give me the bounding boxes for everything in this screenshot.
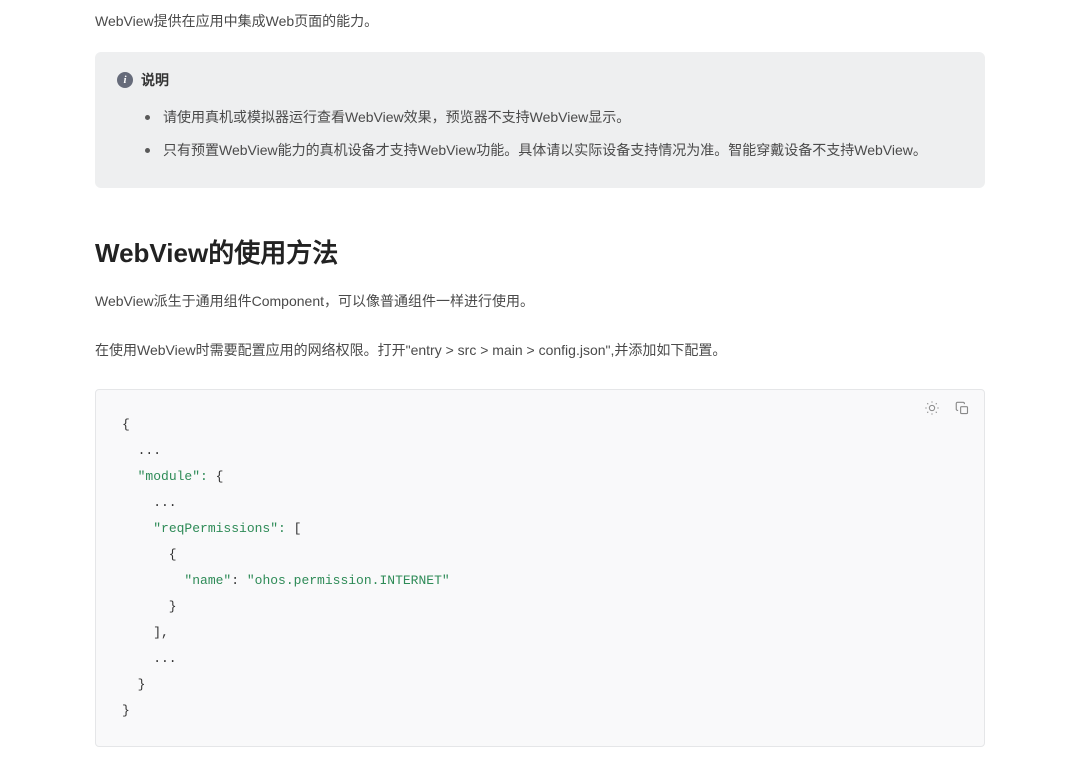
- copy-button[interactable]: [954, 400, 970, 416]
- note-item: 请使用真机或模拟器运行查看WebView效果，预览器不支持WebView显示。: [145, 104, 963, 131]
- note-list: 请使用真机或模拟器运行查看WebView效果，预览器不支持WebView显示。 …: [117, 104, 963, 163]
- info-icon: i: [117, 72, 133, 88]
- code-toolbar: [924, 400, 970, 416]
- code-block: { ... "module": { ... "reqPermissions": …: [95, 389, 985, 747]
- sun-icon: [924, 400, 940, 416]
- body-text: 在使用WebView时需要配置应用的网络权限。打开"entry > src > …: [95, 339, 985, 363]
- body-text: WebView派生于通用组件Component，可以像普通组件一样进行使用。: [95, 290, 985, 314]
- intro-text: WebView提供在应用中集成Web页面的能力。: [95, 10, 985, 32]
- note-item: 只有预置WebView能力的真机设备才支持WebView功能。具体请以实际设备支…: [145, 137, 963, 164]
- section-heading: WebView的使用方法: [95, 233, 985, 270]
- copy-icon: [955, 401, 970, 416]
- note-header: i 说明: [117, 70, 963, 90]
- theme-toggle-button[interactable]: [924, 400, 940, 416]
- code-content: { ... "module": { ... "reqPermissions": …: [96, 390, 984, 746]
- note-title: 说明: [141, 70, 169, 90]
- note-box: i 说明 请使用真机或模拟器运行查看WebView效果，预览器不支持WebVie…: [95, 52, 985, 187]
